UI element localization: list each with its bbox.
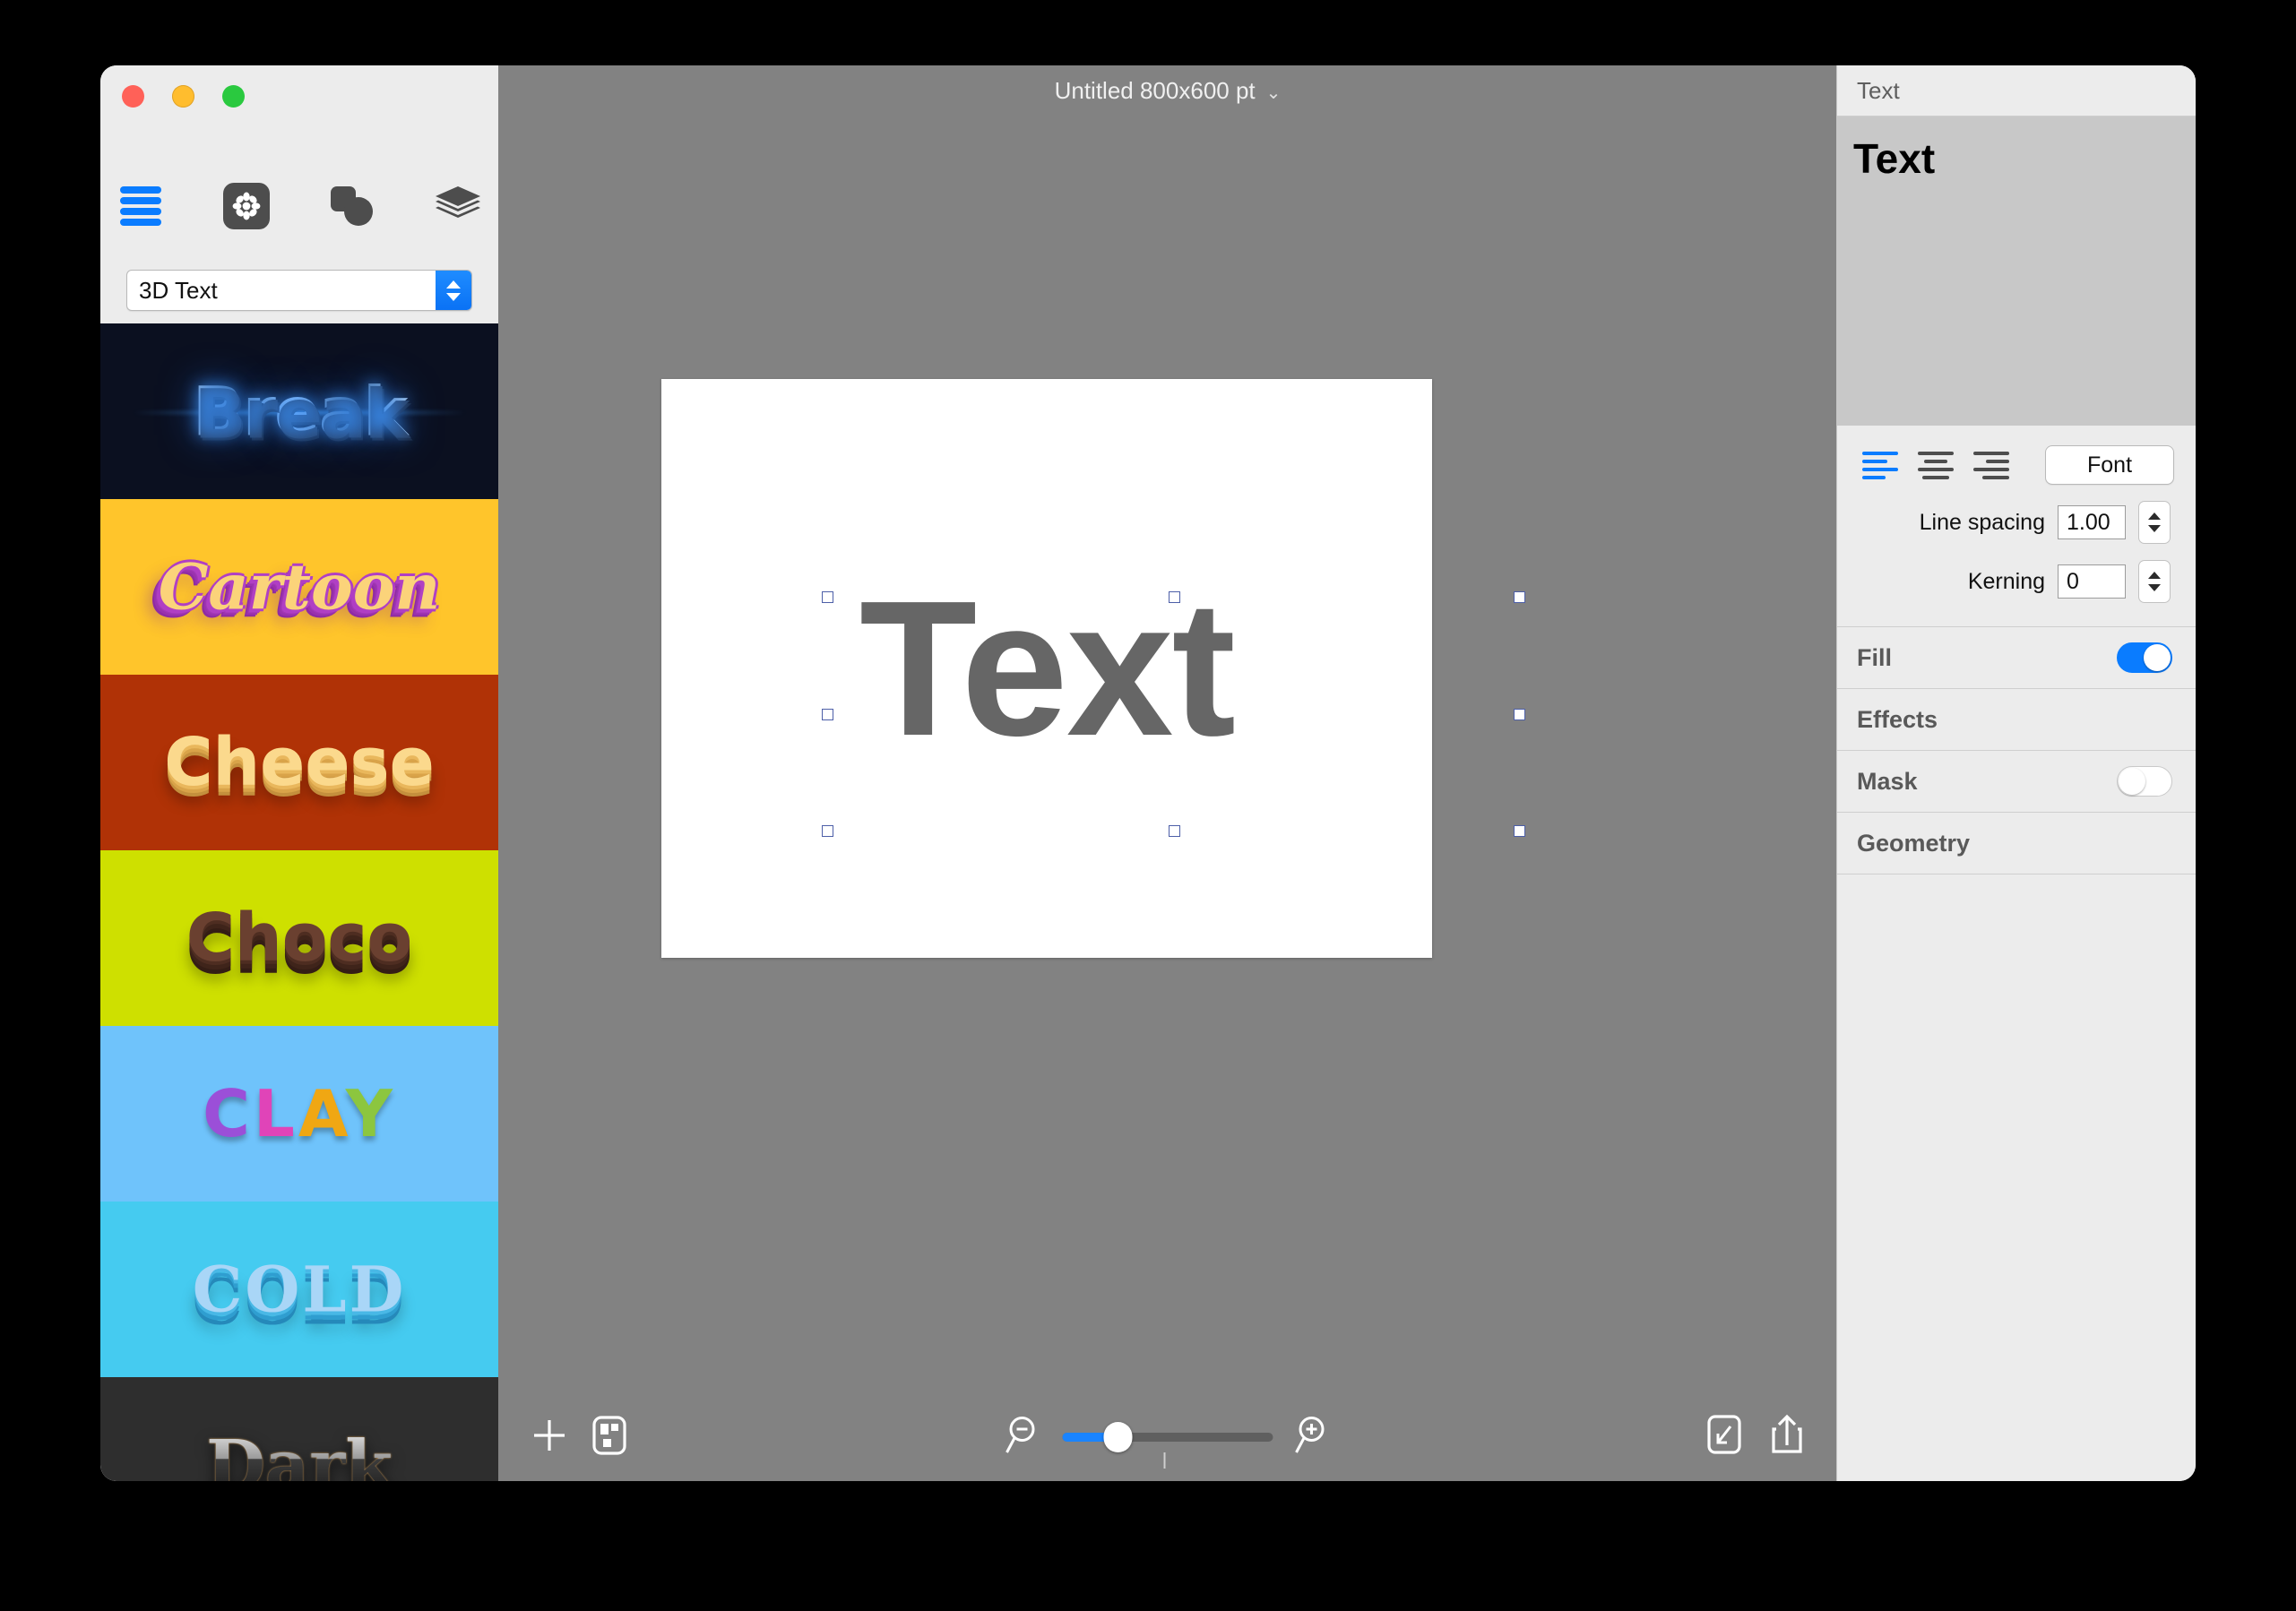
shapes-icon[interactable] [326, 180, 378, 232]
select-value: 3D Text [139, 277, 218, 304]
kerning-label: Kerning [1967, 568, 2045, 594]
preset-list: Break Cartoon Cheese Choco CLAY COLD Dar… [100, 323, 498, 1481]
resize-handle-top-left[interactable] [822, 591, 833, 603]
align-center-icon[interactable] [1916, 449, 1955, 481]
preset-item-choco[interactable]: Choco [100, 850, 498, 1026]
fill-toggle[interactable] [2117, 642, 2172, 673]
layers-icon[interactable] [432, 180, 484, 232]
mask-toggle[interactable] [2117, 766, 2172, 797]
line-spacing-label: Line spacing [1919, 509, 2045, 535]
desktop-background: 3D Text Break Cartoon Cheese Choco CLAY … [0, 0, 2296, 1611]
section-effects[interactable]: Effects [1837, 689, 2196, 751]
inspector-panel: Text Text Font Line spacing 1.00 Kerning… [1836, 65, 2196, 1481]
kerning-input[interactable]: 0 [2058, 564, 2126, 599]
preset-item-break[interactable]: Break [100, 323, 498, 499]
resize-handle-middle-left[interactable] [822, 709, 833, 720]
clay-letter: A [298, 1076, 346, 1151]
alignment-row: Font [1837, 426, 2196, 485]
clay-letter: L [253, 1076, 298, 1151]
document-page[interactable]: Text [661, 379, 1525, 958]
zoom-out-icon[interactable] [1004, 1413, 1043, 1460]
preset-item-cold[interactable]: COLD [100, 1202, 498, 1377]
preset-item-clay[interactable]: CLAY [100, 1026, 498, 1202]
window-controls [122, 85, 245, 108]
canvas-area: Untitled 800x600 pt ⌄ Text [498, 65, 1837, 1481]
list-icon[interactable] [115, 180, 167, 232]
selection-box [822, 591, 1525, 837]
add-icon[interactable] [531, 1417, 568, 1459]
arrange-icon[interactable] [591, 1415, 627, 1460]
section-fill[interactable]: Fill [1837, 627, 2196, 689]
resize-handle-top-right[interactable] [1514, 591, 1525, 603]
preset-label: Cheese [164, 724, 435, 801]
app-window: 3D Text Break Cartoon Cheese Choco CLAY … [100, 65, 2196, 1481]
resize-handle-middle-right[interactable] [1514, 709, 1525, 720]
fit-icon[interactable] [1706, 1414, 1742, 1460]
sidebar: 3D Text Break Cartoon Cheese Choco CLAY … [100, 65, 498, 1481]
preset-label: Break [100, 372, 498, 452]
zoom-slider-tick [1163, 1452, 1166, 1469]
kerning-stepper[interactable] [2138, 560, 2171, 603]
section-label: Geometry [1857, 829, 1971, 857]
section-label: Fill [1857, 643, 1892, 671]
zoom-slider[interactable] [1062, 1421, 1273, 1469]
preset-label: Choco [186, 900, 413, 977]
chevron-updown-icon[interactable] [436, 271, 471, 310]
preset-item-cartoon[interactable]: Cartoon [100, 499, 498, 675]
zoom-in-icon[interactable] [1293, 1413, 1333, 1460]
section-label: Mask [1857, 767, 1918, 795]
text-preview-area[interactable]: Text [1837, 116, 2196, 426]
text-preview-value: Text [1853, 135, 1936, 182]
preset-label: COLD [192, 1252, 407, 1327]
inspector-header: Text [1837, 65, 2196, 116]
resize-handle-bottom-right[interactable] [1514, 825, 1525, 837]
section-mask[interactable]: Mask [1837, 751, 2196, 813]
preset-label: CLAY [100, 1076, 498, 1151]
clay-letter: Y [345, 1076, 396, 1151]
document-title: Untitled 800x600 pt [1054, 77, 1256, 104]
document-title-bar[interactable]: Untitled 800x600 pt ⌄ [498, 65, 1837, 116]
preset-item-dark[interactable]: Dark [100, 1377, 498, 1481]
zoom-slider-knob[interactable] [1103, 1421, 1133, 1452]
section-geometry[interactable]: Geometry [1837, 813, 2196, 874]
gear-icon[interactable] [220, 180, 272, 232]
preset-label: Cartoon [158, 549, 441, 625]
minimize-button[interactable] [172, 85, 194, 108]
align-right-icon[interactable] [1970, 449, 2009, 481]
font-button[interactable]: Font [2045, 445, 2174, 485]
line-spacing-stepper[interactable] [2138, 501, 2171, 544]
inspector-sections: Fill Effects Mask Geometry [1837, 626, 2196, 874]
close-button[interactable] [122, 85, 144, 108]
chevron-down-icon[interactable]: ⌄ [1266, 68, 1282, 118]
zoom-button[interactable] [222, 85, 245, 108]
resize-handle-bottom-center[interactable] [1168, 825, 1180, 837]
clay-letter: C [203, 1076, 254, 1151]
section-label: Effects [1857, 705, 1938, 733]
resize-handle-top-center[interactable] [1168, 591, 1180, 603]
align-left-icon[interactable] [1862, 449, 1902, 481]
bottom-toolbar [498, 1395, 1837, 1481]
zoom-control [1004, 1413, 1333, 1469]
preset-item-cheese[interactable]: Cheese [100, 675, 498, 850]
share-icon[interactable] [1769, 1413, 1805, 1460]
preset-label: Dark [100, 1426, 498, 1482]
style-category-select[interactable]: 3D Text [126, 270, 472, 311]
line-spacing-row: Line spacing 1.00 [1837, 501, 2196, 544]
resize-handle-bottom-left[interactable] [822, 825, 833, 837]
kerning-row: Kerning 0 [1837, 560, 2196, 603]
sidebar-toolbar [100, 180, 498, 232]
line-spacing-input[interactable]: 1.00 [2058, 505, 2126, 539]
